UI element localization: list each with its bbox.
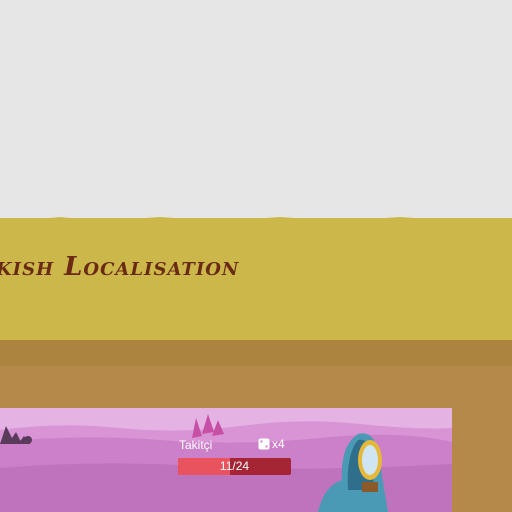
health-bar: 11/24 <box>178 458 291 475</box>
section-divider <box>0 340 512 366</box>
page-background <box>0 0 512 218</box>
dice-counter: x4 <box>258 437 285 451</box>
dice-icon <box>258 438 270 450</box>
banner-title: kish Localisation <box>0 252 240 282</box>
health-value: 11/24 <box>219 459 250 473</box>
dice-count: x4 <box>272 437 285 451</box>
character-name: Takitçi <box>179 438 213 452</box>
